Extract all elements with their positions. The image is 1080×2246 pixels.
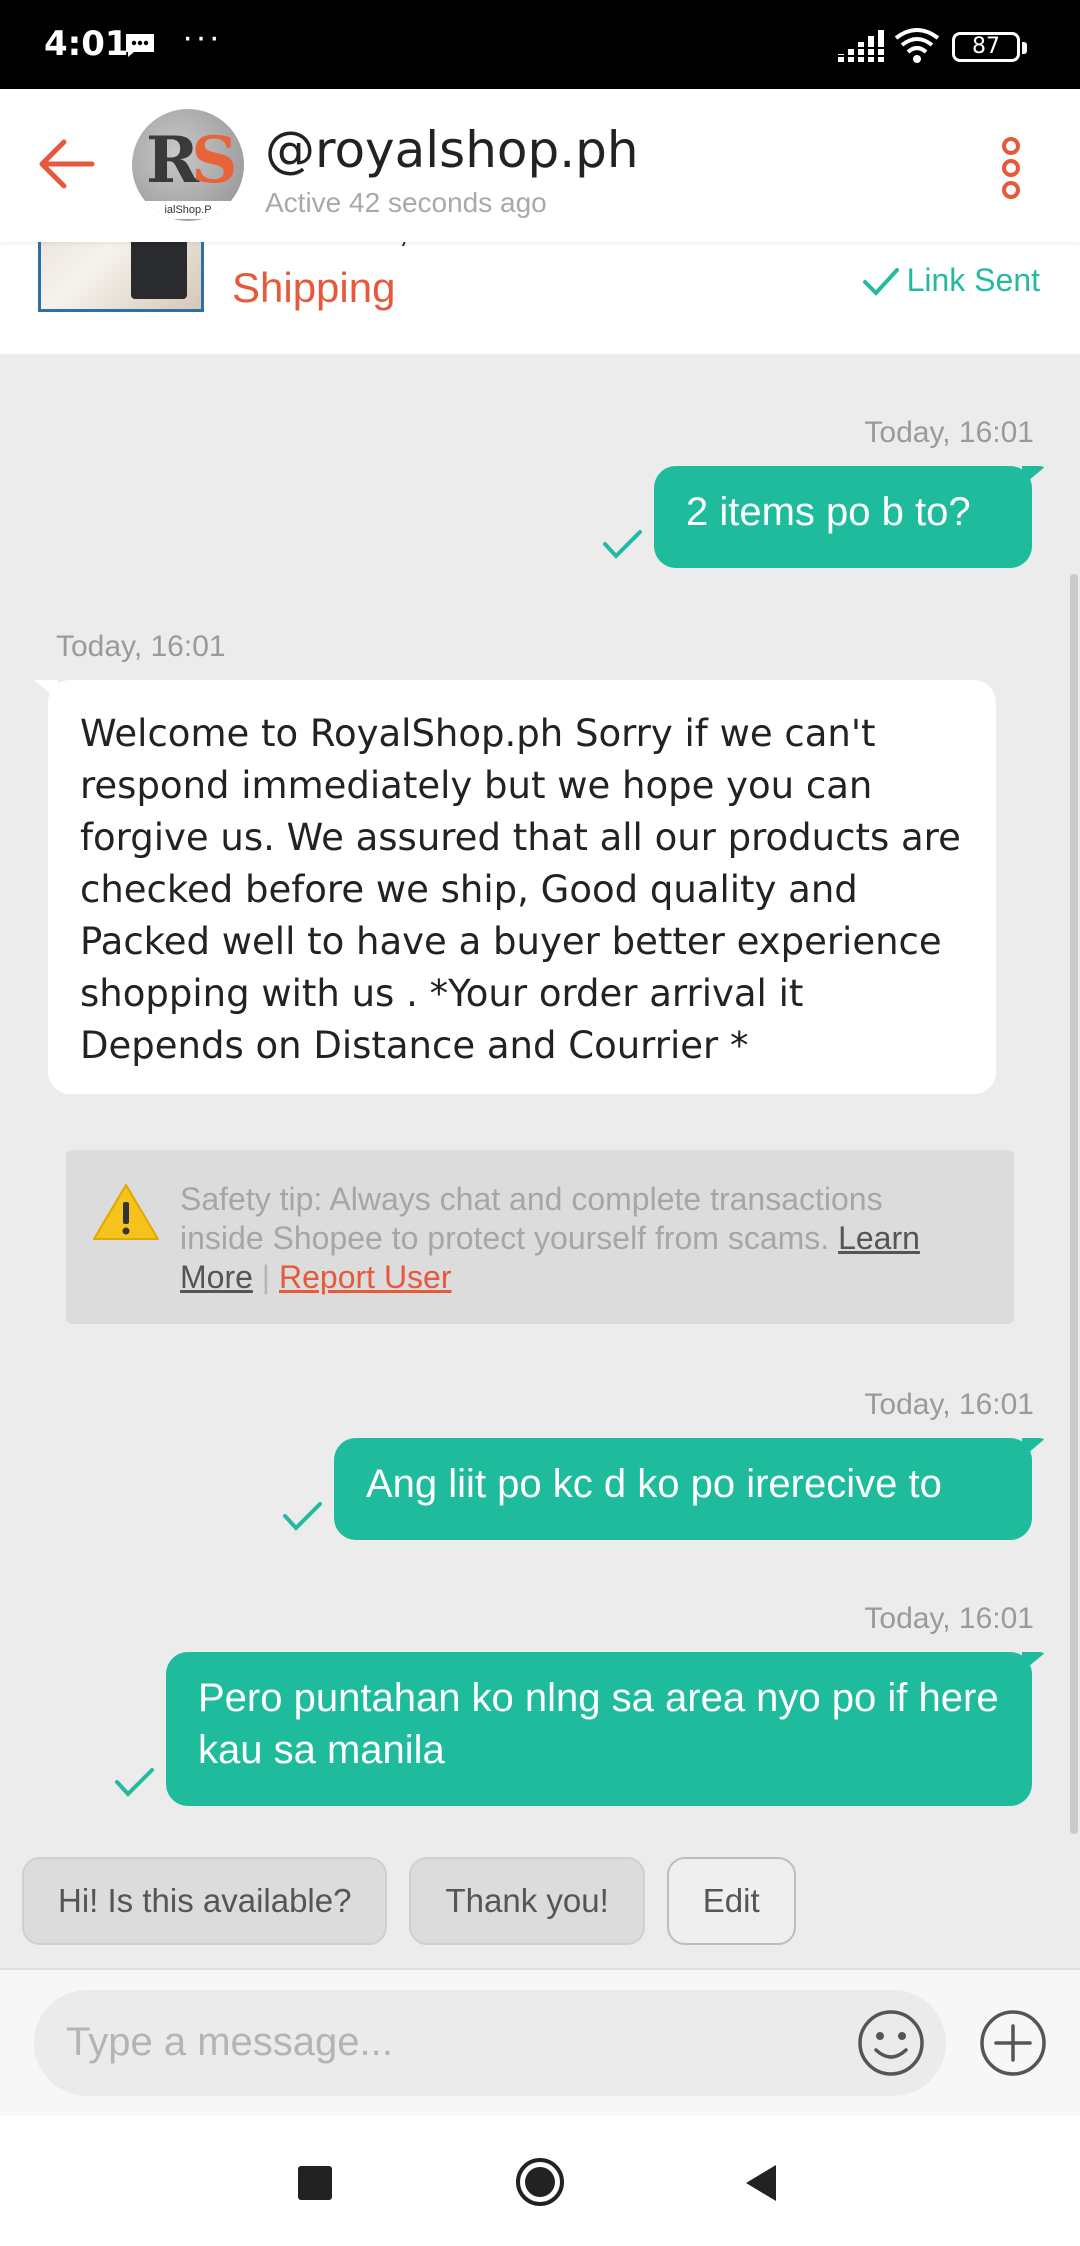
active-status: Active 42 seconds ago: [265, 187, 547, 218]
wifi-icon: [894, 28, 940, 63]
message-notification-icon: [126, 34, 154, 57]
more-options-icon[interactable]: [996, 135, 1026, 201]
message-timestamp: Today, 16:01: [864, 1388, 1034, 1421]
outgoing-message-bubble[interactable]: Pero puntahan ko nlng sa area nyo po if …: [166, 1652, 1046, 1806]
battery-icon: 87: [952, 32, 1027, 62]
emoji-icon[interactable]: [856, 2008, 926, 2078]
status-time: 4:01: [44, 24, 129, 64]
message-input-placeholder: Type a message...: [66, 2020, 393, 2064]
product-thumbnail[interactable]: [38, 242, 204, 312]
report-user-link[interactable]: Report User: [279, 1259, 452, 1295]
more-notifications-icon: ···: [182, 18, 222, 56]
chat-header: RS ialShop.P @royalshop.ph Active 42 sec…: [0, 89, 1080, 242]
read-check-icon: [283, 1502, 322, 1531]
message-input[interactable]: Type a message...: [34, 1990, 946, 2096]
edit-quick-replies-button[interactable]: Edit: [666, 1857, 796, 1945]
outgoing-message-bubble[interactable]: 2 items po b to?: [654, 466, 1046, 568]
link-sent-indicator: Link Sent: [861, 262, 1040, 299]
add-attachment-icon[interactable]: [978, 2008, 1048, 2078]
safety-tip-text: Safety tip: Always chat and complete tra…: [180, 1180, 970, 1297]
status-bar: 4:01 ··· 87: [0, 0, 1080, 89]
quick-replies: Hi! Is this available? Thank you! Edit: [22, 1857, 796, 1945]
link-sent-label: Link Sent: [906, 262, 1040, 298]
read-check-icon: [603, 530, 642, 559]
message-timestamp: Today, 16:01: [864, 1602, 1034, 1635]
incoming-message-bubble[interactable]: Welcome to RoyalShop.ph Sorry if we can'…: [34, 680, 996, 1094]
message-timestamp: Today, 16:01: [864, 416, 1034, 449]
order-total: Total: P 3,256: [232, 242, 476, 251]
back-arrow-icon[interactable]: [30, 129, 106, 199]
check-icon: [862, 267, 899, 296]
shop-name[interactable]: @royalshop.ph: [265, 121, 639, 179]
message-composer: Type a message...: [0, 1968, 1080, 2116]
quick-reply-chip[interactable]: Thank you!: [409, 1857, 645, 1945]
message-timestamp: Today, 16:01: [56, 630, 226, 663]
quick-reply-chip[interactable]: Hi! Is this available?: [22, 1857, 388, 1945]
safety-tip-banner: Safety tip: Always chat and complete tra…: [66, 1150, 1014, 1324]
home-icon[interactable]: [514, 2156, 566, 2208]
order-summary-bar[interactable]: Total: P 3,256 Shipping Link Sent: [0, 242, 1080, 354]
link-separator: |: [261, 1259, 271, 1295]
avatar-caption: ialShop.P: [138, 201, 238, 219]
recent-apps-icon[interactable]: [298, 2166, 332, 2200]
chat-scrollbar[interactable]: [1070, 574, 1078, 1834]
order-status: Shipping: [232, 264, 396, 311]
nav-back-icon[interactable]: [742, 2162, 780, 2204]
safety-tip-message: Safety tip: Always chat and complete tra…: [180, 1181, 883, 1256]
signal-icon: [836, 30, 884, 62]
system-navigation-bar: [0, 2116, 1080, 2246]
shop-logo-icon: RS: [146, 123, 237, 198]
outgoing-message-bubble[interactable]: Ang liit po kc d ko po irerecive to: [334, 1438, 1046, 1540]
read-check-icon: [115, 1768, 154, 1797]
warning-icon: [93, 1184, 159, 1240]
shop-avatar[interactable]: RS ialShop.P: [132, 109, 244, 221]
